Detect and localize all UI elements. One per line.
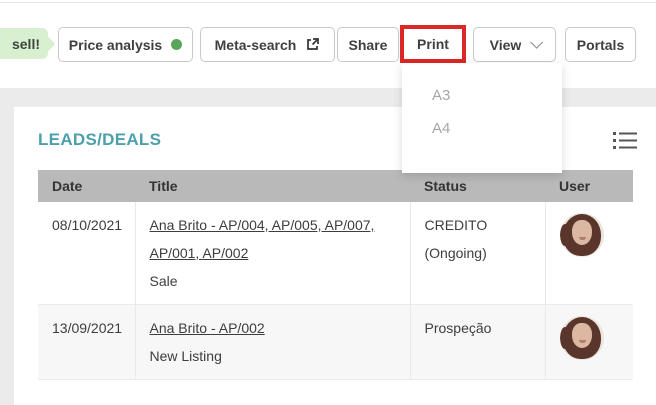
- avatar-smile: [578, 340, 586, 343]
- cell-date: 13/09/2021: [38, 304, 135, 380]
- green-status-dot-icon: [171, 39, 183, 50]
- menu-item-a3[interactable]: A3: [402, 79, 562, 112]
- top-divider: [0, 2, 656, 3]
- deal-title-link[interactable]: Ana Brito - AP/002: [150, 320, 265, 336]
- meta-search-button[interactable]: Meta-search: [200, 27, 335, 62]
- table-row: 08/10/2021 Ana Brito - AP/004, AP/005, A…: [38, 202, 633, 305]
- cell-date: 08/10/2021: [38, 202, 135, 305]
- print-label: Print: [417, 36, 449, 52]
- chevron-down-icon: [530, 36, 544, 49]
- deal-title-link[interactable]: Ana Brito - AP/004, AP/005, AP/007, AP/0…: [150, 217, 375, 261]
- table-row: 13/09/2021 Ana Brito - AP/002 New Listin…: [38, 304, 633, 380]
- external-link-icon: [305, 37, 320, 52]
- cell-user: [544, 304, 633, 380]
- view-label: View: [489, 36, 522, 53]
- print-button-highlighted[interactable]: Print: [400, 25, 466, 63]
- deal-subtitle: Sale: [149, 273, 178, 289]
- cell-status: Prospeção: [409, 304, 545, 380]
- portals-button[interactable]: Portals: [565, 27, 636, 62]
- menu-item-a4[interactable]: A4: [402, 112, 562, 145]
- cell-user: [544, 202, 633, 305]
- column-header-user: User: [545, 170, 633, 202]
- sell-badge-label: sell!: [11, 35, 40, 52]
- cell-title: Ana Brito - AP/002 New Listing: [134, 304, 410, 380]
- avatar-smile: [578, 237, 586, 240]
- view-button[interactable]: View: [473, 27, 556, 62]
- cell-title: Ana Brito - AP/004, AP/005, AP/007, AP/0…: [134, 202, 410, 305]
- sell-badge[interactable]: sell!: [0, 28, 48, 59]
- column-header-date: Date: [38, 170, 135, 202]
- list-view-icon[interactable]: [612, 129, 638, 154]
- share-button[interactable]: Share: [337, 27, 399, 62]
- page-title: LEADS/DEALS: [38, 130, 162, 149]
- user-avatar[interactable]: [559, 213, 604, 257]
- user-avatar[interactable]: [559, 316, 604, 360]
- meta-search-label: Meta-search: [214, 36, 297, 53]
- cell-status: CREDITO (Ongoing): [409, 202, 545, 305]
- avatar-face: [571, 323, 592, 348]
- column-header-title: Title: [135, 170, 410, 202]
- share-label: Share: [348, 36, 388, 53]
- avatar-face: [571, 220, 592, 245]
- print-dropdown-menu: A3 A4: [402, 63, 562, 173]
- portals-label: Portals: [576, 36, 625, 53]
- price-analysis-label: Price analysis: [68, 36, 163, 53]
- leads-deals-table: Date Title Status User 08/10/2021 Ana Br…: [38, 170, 633, 380]
- table-header-row: Date Title Status User: [38, 170, 633, 202]
- price-analysis-button[interactable]: Price analysis: [58, 27, 193, 62]
- column-header-status: Status: [410, 170, 545, 202]
- deal-subtitle: New Listing: [149, 348, 222, 364]
